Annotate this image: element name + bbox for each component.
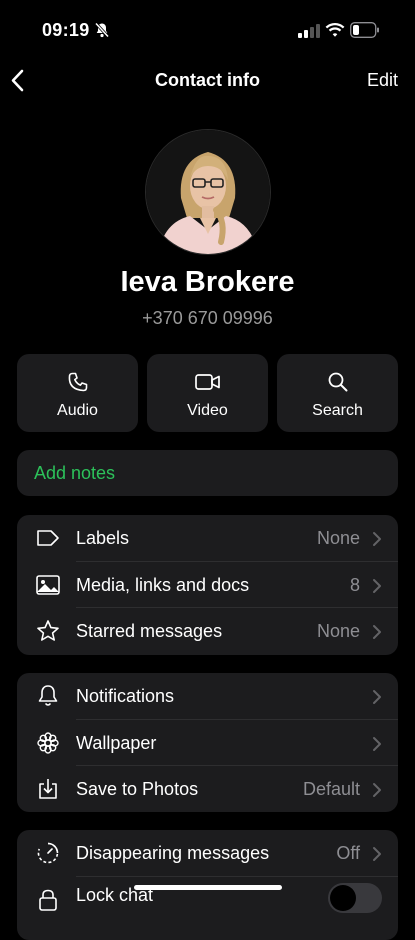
nav-bar: Contact info Edit	[0, 60, 415, 102]
muted-bell-icon	[94, 22, 110, 43]
wifi-icon	[325, 22, 345, 43]
row-labels[interactable]: Labels None	[17, 515, 398, 562]
notifications-label: Notifications	[76, 686, 175, 706]
edit-button[interactable]: Edit	[367, 70, 398, 91]
home-indicator	[134, 885, 282, 890]
chevron-right-icon	[372, 846, 382, 867]
battery-icon	[350, 22, 380, 43]
phone-icon	[17, 370, 138, 396]
chevron-right-icon	[372, 624, 382, 645]
contact-phone: +370 670 09996	[142, 308, 273, 328]
star-icon	[35, 619, 61, 643]
status-bar: 09:19	[0, 0, 415, 60]
media-value: 8	[349, 574, 360, 595]
labels-label: Labels	[76, 528, 130, 548]
add-notes-label: Add notes	[34, 463, 116, 483]
signal-icon	[298, 24, 320, 43]
row-starred-messages[interactable]: Starred messages None	[17, 608, 398, 655]
video-label: Video	[187, 402, 228, 419]
status-time: 09:19	[42, 20, 90, 40]
row-save-to-photos[interactable]: Save to Photos Default	[17, 766, 398, 812]
timer-icon	[35, 841, 61, 865]
row-wallpaper[interactable]: Wallpaper	[17, 720, 398, 766]
contact-name: Ieva Brokere	[120, 266, 295, 298]
label-icon	[35, 526, 61, 550]
chevron-right-icon	[372, 782, 382, 803]
chevron-right-icon	[372, 689, 382, 710]
avatar[interactable]	[145, 129, 271, 255]
settings-group: Notifications Wallpaper Save to Photos D…	[17, 673, 398, 812]
row-media-links-docs[interactable]: Media, links and docs 8	[17, 562, 398, 608]
labels-value: None	[316, 528, 360, 548]
page-title: Contact info	[155, 70, 260, 90]
search-label: Search	[312, 402, 363, 419]
starred-value: None	[316, 621, 360, 641]
disappearing-label: Disappearing messages	[76, 843, 270, 863]
flower-icon	[35, 731, 61, 755]
disappearing-value: Off	[336, 843, 360, 863]
bell-icon	[35, 684, 61, 708]
chevron-right-icon	[372, 531, 382, 552]
media-label: Media, links and docs	[76, 574, 250, 595]
row-disappearing-messages[interactable]: Disappearing messages Off	[17, 830, 398, 877]
save-to-photos-label: Save to Photos	[76, 779, 199, 799]
audio-label: Audio	[57, 402, 98, 419]
video-icon	[147, 370, 268, 396]
search-button[interactable]: Search	[277, 354, 398, 432]
starred-label: Starred messages	[76, 621, 223, 641]
add-notes-button[interactable]: Add notes	[17, 450, 398, 496]
lock-chat-toggle[interactable]	[328, 882, 382, 913]
save-to-photos-value: Default	[302, 779, 360, 799]
search-icon	[277, 370, 398, 396]
wallpaper-label: Wallpaper	[76, 732, 157, 753]
audio-call-button[interactable]: Audio	[17, 354, 138, 432]
image-icon	[35, 573, 61, 597]
chevron-right-icon	[372, 578, 382, 599]
video-call-button[interactable]: Video	[147, 354, 268, 432]
media-group: Labels None Media, links and docs 8 Star…	[17, 515, 398, 655]
action-buttons: Audio Video Search	[17, 354, 398, 432]
download-icon	[35, 777, 61, 801]
chevron-right-icon	[372, 736, 382, 757]
row-notifications[interactable]: Notifications	[17, 673, 398, 720]
